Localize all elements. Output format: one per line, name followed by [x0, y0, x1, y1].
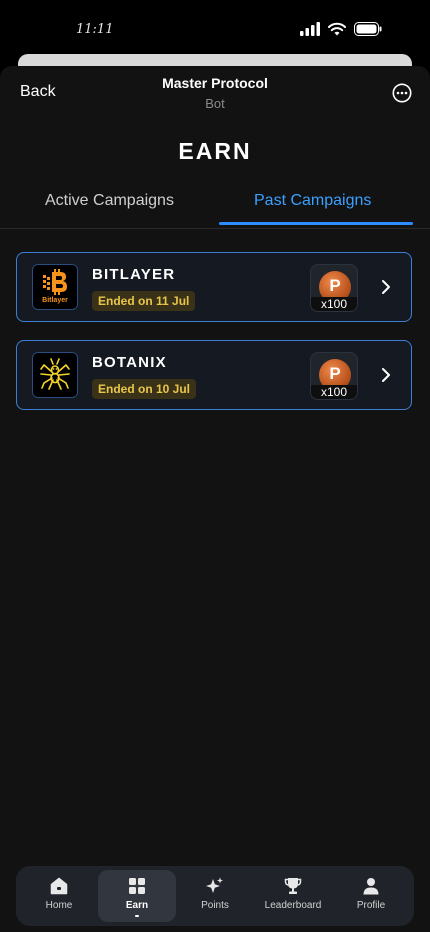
- bottom-tab-bar: Home Earn Points Leaderboard Profile: [16, 866, 414, 926]
- tabbar-item-leaderboard[interactable]: Leaderboard: [254, 870, 332, 922]
- page-title: EARN: [178, 138, 252, 164]
- ended-badge: Ended on 10 Jul: [92, 379, 197, 399]
- battery-icon: [354, 22, 382, 36]
- cellular-icon: [300, 22, 320, 36]
- campaign-name: BOTANIX: [92, 354, 167, 371]
- tabbar-label: Points: [201, 900, 229, 911]
- reward-letter: P: [329, 364, 341, 383]
- reward-quantity: x100: [311, 297, 357, 311]
- tab-past-campaigns[interactable]: Past Campaigns: [254, 192, 371, 210]
- bot-subtitle: Bot: [205, 96, 225, 111]
- status-time: 11:11: [76, 22, 114, 37]
- tab-active-campaigns[interactable]: Active Campaigns: [45, 192, 174, 210]
- reward-badge: P x100: [310, 352, 358, 400]
- bot-title: Master Protocol: [162, 75, 268, 91]
- reward-letter: P: [329, 276, 341, 295]
- tabbar-label: Home: [45, 900, 73, 911]
- nav-header: Back Master Protocol Bot: [0, 66, 430, 120]
- active-tab-indicator: [219, 222, 413, 225]
- bitlayer-logo-icon: Bitlayer: [32, 264, 78, 310]
- chevron-right-icon: [382, 280, 390, 294]
- tabbar-label: Profile: [356, 900, 386, 911]
- grid-icon: [129, 878, 145, 894]
- tabbar-label: Leaderboard: [264, 900, 322, 911]
- tabbar-label: Earn: [125, 900, 149, 911]
- tabbar-item-home[interactable]: Home: [20, 870, 98, 922]
- ended-badge: Ended on 11 Jul: [92, 291, 196, 311]
- active-indicator: [135, 915, 139, 917]
- reward-badge: P x100: [310, 264, 358, 312]
- tabbar-item-points[interactable]: Points: [176, 870, 254, 922]
- campaign-card-botanix[interactable]: BOTANIX Ended on 10 Jul P x100: [16, 340, 412, 410]
- app-sheet: Back Master Protocol Bot EARN Active Cam…: [0, 66, 430, 932]
- campaign-name: BITLAYER: [92, 266, 176, 283]
- tabbar-item-profile[interactable]: Profile: [332, 870, 410, 922]
- trophy-icon: [284, 878, 302, 894]
- wifi-icon: [328, 22, 346, 36]
- botanix-logo-icon: [32, 352, 78, 398]
- more-icon[interactable]: [392, 83, 412, 103]
- reward-quantity: x100: [311, 385, 357, 399]
- status-bar: 11:11: [0, 0, 430, 54]
- person-icon: [363, 878, 379, 895]
- home-icon: [50, 877, 68, 895]
- tabbar-item-earn[interactable]: Earn: [98, 870, 176, 922]
- campaign-card-bitlayer[interactable]: Bitlayer BITLAYER Ended on 11 Jul P x100: [16, 252, 412, 322]
- campaign-tabs: Active Campaigns Past Campaigns: [0, 182, 430, 229]
- status-icons: [300, 22, 382, 36]
- sparkle-icon: [206, 877, 223, 893]
- bitlayer-logo-text: Bitlayer: [42, 297, 68, 304]
- chevron-right-icon: [382, 368, 390, 382]
